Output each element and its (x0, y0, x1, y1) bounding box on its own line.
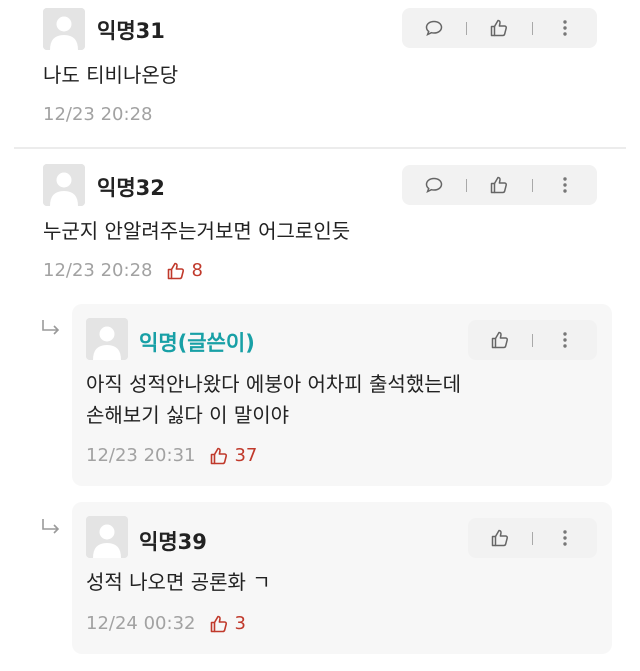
comment-item: 익명32 누군지 안알려주는거보면 어그로인듯 12/23 20:28 8 (0, 150, 640, 298)
comment-text-line: 아직 성적안나왔다 에붕아 어차피 출석했는데 (86, 372, 462, 396)
comment-author-name[interactable]: 익명31 (97, 15, 165, 45)
comment-timestamp: 12/24 00:32 (86, 613, 196, 634)
vertical-ellipsis-icon (563, 177, 567, 193)
vertical-ellipsis-icon (563, 530, 567, 546)
comment-item: 익명31 나도 티비나온당 12/23 20:28 (0, 0, 640, 148)
comment-timestamp: 12/23 20:28 (43, 104, 153, 125)
like-button[interactable] (484, 170, 514, 200)
comment-timestamp: 12/23 20:31 (86, 445, 196, 466)
reply-button[interactable] (419, 170, 449, 200)
action-separator (532, 531, 533, 545)
comment-action-bar (468, 320, 597, 360)
thumbs-up-icon (491, 19, 508, 37)
action-separator (466, 21, 468, 35)
comment-timestamp: 12/23 20:28 (43, 260, 153, 281)
avatar[interactable] (86, 516, 128, 558)
comment-meta: 12/23 20:28 8 (43, 260, 203, 281)
action-separator (531, 21, 533, 35)
like-count: 3 (209, 613, 246, 634)
action-separator (466, 178, 468, 192)
comment-action-bar (402, 165, 597, 205)
comment-text: 누군지 안알려주는거보면 어그로인듯 (43, 219, 351, 243)
comment-action-bar (402, 8, 597, 48)
like-count-value: 37 (234, 445, 258, 466)
speech-bubble-icon (425, 177, 443, 193)
comment-meta: 12/23 20:31 37 (86, 445, 257, 466)
vertical-ellipsis-icon (563, 20, 567, 36)
thumbs-up-icon (491, 176, 508, 194)
comment-text-line: 손해보기 싫다 이 말이야 (86, 403, 290, 427)
more-options-button[interactable] (550, 13, 580, 43)
avatar[interactable] (86, 318, 128, 360)
like-count: 8 (166, 260, 203, 281)
comment-author-name[interactable]: 익명39 (139, 526, 207, 556)
avatar[interactable] (43, 8, 85, 50)
like-count-value: 3 (234, 613, 246, 634)
reply-button[interactable] (419, 13, 449, 43)
avatar[interactable] (43, 164, 85, 206)
like-count: 37 (209, 445, 257, 466)
comment-meta: 12/24 00:32 3 (86, 613, 246, 634)
action-separator (532, 333, 533, 347)
comment-author-name[interactable]: 익명32 (97, 172, 165, 202)
more-options-button[interactable] (550, 170, 580, 200)
like-button[interactable] (484, 13, 514, 43)
comment-meta: 12/23 20:28 (43, 104, 152, 125)
thumbs-up-icon (491, 529, 509, 547)
like-button[interactable] (485, 523, 515, 553)
thumbs-up-icon (211, 447, 228, 464)
comment-author-name[interactable]: 익명(글쓴이) (139, 327, 255, 357)
reply-arrow-icon (42, 519, 60, 534)
speech-bubble-icon (425, 20, 443, 36)
comment-text: 나도 티비나온당 (43, 63, 179, 87)
thumbs-up-icon (168, 262, 185, 279)
comment-divider (14, 147, 626, 149)
reply-item: 익명(글쓴이) 아직 성적안나왔다 에붕아 어차피 출석했는데 손해보기 싫다 … (72, 304, 612, 486)
comment-action-bar (468, 518, 597, 558)
reply-arrow-icon (42, 320, 60, 335)
reply-item: 익명39 성적 나오면 공론화 ㄱ 12/24 00:32 3 (72, 502, 612, 654)
thumbs-up-icon (211, 615, 228, 632)
vertical-ellipsis-icon (563, 332, 567, 348)
like-button[interactable] (485, 325, 515, 355)
comment-text-line: 성적 나오면 공론화 ㄱ (86, 570, 271, 594)
more-options-button[interactable] (550, 325, 580, 355)
action-separator (531, 178, 533, 192)
like-count-value: 8 (191, 260, 203, 281)
more-options-button[interactable] (550, 523, 580, 553)
thumbs-up-icon (491, 331, 509, 349)
